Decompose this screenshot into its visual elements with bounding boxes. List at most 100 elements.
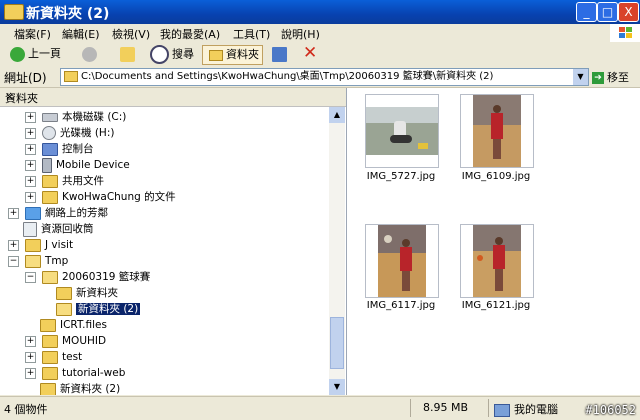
folders-button[interactable]: 資料夾 <box>202 45 263 65</box>
tree-item-local-disk[interactable]: + 本機磁碟 (C:) <box>25 109 126 125</box>
views-button[interactable] <box>272 45 290 63</box>
expand-icon[interactable]: + <box>8 207 19 219</box>
collapse-icon[interactable]: − <box>25 271 36 283</box>
tree-item-mobile-device[interactable]: + Mobile Device <box>25 157 130 173</box>
tree-item-control-panel[interactable]: + 控制台 <box>25 141 94 157</box>
tree-item-basketball[interactable]: −20060319 籃球賽 <box>25 269 150 285</box>
menu-favorites[interactable]: 我的最愛(A) <box>160 26 220 42</box>
menu-help[interactable]: 說明(H) <box>281 26 320 42</box>
folder-tree: + 本機磁碟 (C:) + 光碟機 (H:) + 控制台 + Mobile Device… <box>0 107 328 395</box>
back-arrow-icon <box>10 46 25 62</box>
maximize-button[interactable]: □ <box>597 2 618 22</box>
tree-item-network[interactable]: + 網路上的芳鄰 <box>8 205 108 221</box>
expand-icon[interactable]: + <box>25 127 36 139</box>
drive-icon <box>42 112 58 122</box>
expand-icon[interactable]: + <box>8 239 19 251</box>
status-divider <box>410 399 411 417</box>
folder-icon <box>42 366 58 380</box>
computer-icon <box>494 403 510 417</box>
status-divider <box>488 399 489 417</box>
tree-item-recycle-bin[interactable]: 資源回收筒 <box>23 221 94 237</box>
file-view: IMG_5727.jpg IMG_6109.jpg IMG_6117.jpg I… <box>347 88 640 395</box>
folder-icon <box>64 70 78 82</box>
device-icon <box>42 157 52 173</box>
search-button[interactable]: 搜尋 <box>150 45 194 64</box>
expand-icon[interactable]: + <box>25 111 36 123</box>
tree-item-my-documents[interactable]: + KwoHwaChung 的文件 <box>25 189 176 205</box>
back-button[interactable]: 上一頁 <box>10 45 61 63</box>
photo-image <box>473 95 521 167</box>
tree-item-shared-documents[interactable]: + 共用文件 <box>25 173 104 189</box>
tree-item-tmp[interactable]: − Tmp <box>8 253 68 269</box>
file-name[interactable]: IMG_6121.jpg <box>446 300 546 311</box>
title-bar: 新資料夾 (2) _ □ X <box>0 0 640 24</box>
folder-icon <box>4 4 24 20</box>
tree-item-new-folder-2[interactable]: 新資料夾 (2) <box>40 381 120 395</box>
tree-item-mouhid[interactable]: + MOUHID <box>25 333 106 349</box>
menu-tools[interactable]: 工具(T) <box>233 26 270 42</box>
recycle-bin-icon <box>23 221 37 237</box>
folder-open-icon <box>42 270 58 284</box>
file-name[interactable]: IMG_5727.jpg <box>351 171 451 182</box>
file-thumbnail[interactable] <box>460 224 534 298</box>
photo-image <box>473 225 521 297</box>
expand-icon[interactable]: + <box>25 175 36 187</box>
status-object-count: 4 個物件 <box>4 403 48 416</box>
expand-icon[interactable]: + <box>25 191 36 203</box>
up-folder-button[interactable] <box>120 45 138 63</box>
expand-icon[interactable]: + <box>25 351 36 363</box>
watermark: #106052 <box>585 403 636 417</box>
forward-button[interactable] <box>82 45 100 63</box>
address-label: 網址(D) <box>4 71 47 85</box>
file-thumbnail[interactable] <box>365 224 439 298</box>
views-icon <box>272 46 287 62</box>
delete-icon[interactable]: ✕ <box>303 45 317 63</box>
status-location: 我的電腦 <box>494 401 558 417</box>
expand-icon[interactable]: + <box>25 143 36 155</box>
menu-view[interactable]: 檢視(V) <box>112 26 150 42</box>
go-button[interactable]: ➔ 移至 <box>592 69 629 85</box>
folder-icon <box>56 286 72 300</box>
tree-item-new-folder[interactable]: 新資料夾 <box>56 285 118 301</box>
tree-item-new-folder-2-selected[interactable]: 新資料夾 (2) <box>56 301 141 317</box>
folder-icon <box>40 318 56 332</box>
folder-pane-scrollbar[interactable]: ▲ ▼ <box>329 107 345 395</box>
menu-file[interactable]: 檔案(F) <box>14 26 51 42</box>
folder-icon <box>42 174 58 188</box>
chevron-down-icon[interactable]: ▼ <box>573 69 588 85</box>
folder-icon <box>42 334 58 348</box>
address-input[interactable]: C:\Documents and Settings\KwoHwaChung\桌面… <box>60 68 589 86</box>
collapse-icon[interactable]: − <box>8 255 19 267</box>
close-icon[interactable]: × <box>5 90 342 103</box>
minimize-button[interactable]: _ <box>576 2 597 22</box>
file-name[interactable]: IMG_6109.jpg <box>446 171 546 182</box>
expand-icon[interactable]: + <box>25 367 36 379</box>
expand-icon[interactable]: + <box>25 335 36 347</box>
network-icon <box>25 206 41 220</box>
photo-image <box>378 225 426 297</box>
search-icon <box>150 45 169 64</box>
scroll-up-icon[interactable]: ▲ <box>329 107 345 123</box>
file-thumbnail[interactable] <box>365 94 439 168</box>
up-folder-icon <box>120 46 135 62</box>
tree-item-test[interactable]: + test <box>25 349 82 365</box>
tree-item-j-visit[interactable]: + J visit <box>8 237 73 253</box>
menu-bar: 檔案(F) 編輯(E) 檢視(V) 我的最愛(A) 工具(T) 說明(H) <box>0 24 640 43</box>
folder-icon <box>25 238 41 252</box>
menu-edit[interactable]: 編輯(E) <box>62 26 100 42</box>
tree-item-icrt-files[interactable]: ICRT.files <box>40 317 107 333</box>
expand-icon[interactable]: + <box>25 159 36 171</box>
tree-item-cd-drive[interactable]: + 光碟機 (H:) <box>25 125 114 141</box>
folder-pane: 資料夾 × + 本機磁碟 (C:) + 光碟機 (H:) + 控制台 + Mobile … <box>0 88 347 395</box>
scroll-down-icon[interactable]: ▼ <box>329 379 345 395</box>
file-name[interactable]: IMG_6117.jpg <box>351 300 451 311</box>
go-arrow-icon: ➔ <box>592 72 604 84</box>
tree-item-tutorial-web[interactable]: + tutorial-web <box>25 365 125 381</box>
folder-icon <box>42 350 58 364</box>
close-button[interactable]: X <box>618 2 639 22</box>
status-bar: 4 個物件 8.95 MB 我的電腦 <box>0 396 640 420</box>
folder-icon <box>209 49 223 61</box>
file-thumbnail[interactable] <box>460 94 534 168</box>
address-path: C:\Documents and Settings\KwoHwaChung\桌面… <box>81 71 494 82</box>
scroll-thumb[interactable] <box>330 317 344 369</box>
